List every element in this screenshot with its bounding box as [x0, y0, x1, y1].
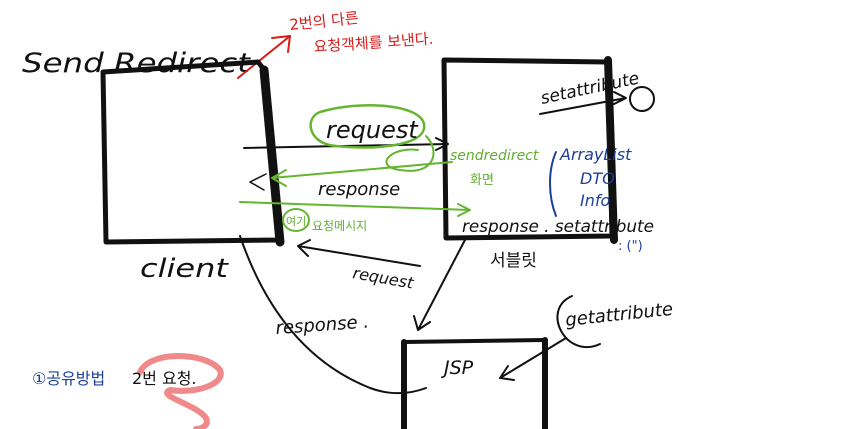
response-mid-label: response	[318, 179, 400, 200]
share-note-highlight: 2번 요청.	[132, 369, 197, 388]
jsp-label: JSP	[440, 357, 474, 379]
screen-label: 화면	[470, 173, 494, 188]
set-attribute-top: setattribute	[539, 69, 641, 109]
request-top-label: request	[326, 116, 419, 144]
response-bottom-label: response .	[275, 312, 370, 339]
red-note-line1: 2번의 다른	[289, 9, 360, 34]
green-message-label: 요청메시지	[312, 219, 367, 233]
blue-list-1: DTO	[580, 169, 615, 188]
pink-highlight	[137, 353, 224, 429]
request-bottom-arrow	[297, 239, 421, 267]
diagram-canvas: Send Redirect 2번의 다른 요청객체를 보낸다. client 서…	[22, 9, 674, 429]
blue-list-2: Info	[580, 191, 610, 210]
blue-bracket	[549, 151, 557, 217]
black-response-tick	[249, 173, 267, 191]
server-to-jsp-arrow	[413, 237, 467, 331]
share-note-prefix: ①공유방법	[32, 369, 105, 388]
request-bottom-label: request	[351, 263, 415, 292]
response-setattribute-label: response . setattribute	[462, 217, 654, 237]
send-redirect-label: sendredirect	[450, 148, 539, 164]
parens-note: : (")	[618, 239, 643, 254]
get-attribute-label: getattribute	[564, 299, 674, 331]
jsp-box	[401, 337, 548, 429]
client-box	[100, 59, 285, 247]
red-note-line2: 요청객체를 보낸다.	[313, 30, 434, 56]
get-attribute-arrow	[499, 337, 567, 381]
attribute-circle	[629, 86, 655, 112]
blue-list-0: ArrayList	[559, 145, 632, 164]
green-circled-label: 여기	[286, 215, 306, 228]
server-label: 서블릿	[490, 251, 537, 271]
client-label: client	[140, 254, 229, 284]
